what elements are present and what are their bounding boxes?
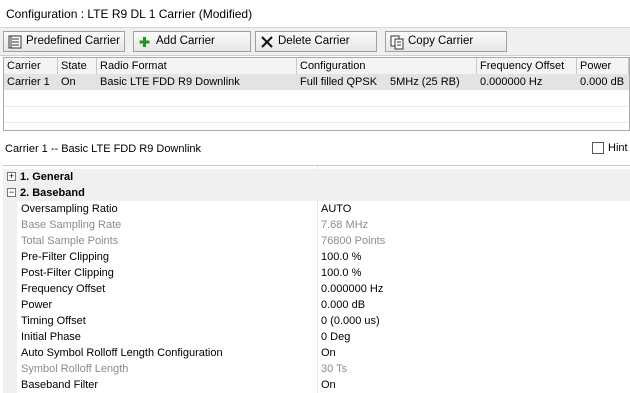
property-row[interactable]: Timing Offset 0 (0.000 us)	[3, 313, 630, 329]
copy-carrier-label: Copy Carrier	[408, 35, 474, 47]
property-row-margin	[3, 201, 17, 217]
property-row-margin	[3, 281, 17, 297]
property-value[interactable]: 0 (0.000 us)	[321, 313, 380, 329]
empty-row	[4, 106, 629, 123]
list-table-icon	[7, 34, 23, 50]
property-row[interactable]: Auto Symbol Rolloff Length Configuration…	[3, 345, 630, 361]
cell-frequency-offset: 0.000000 Hz	[480, 76, 543, 88]
cell-carrier: Carrier 1	[7, 76, 50, 88]
property-name: Power	[21, 299, 53, 311]
predefined-carrier-button[interactable]: Predefined Carrier	[3, 31, 125, 52]
cell-configuration-bandwidth: 5MHz (25 RB)	[390, 76, 460, 88]
property-value[interactable]: 0 Deg	[321, 329, 350, 345]
property-row-margin	[3, 329, 17, 345]
column-header-configuration[interactable]: Configuration	[297, 58, 477, 74]
property-row-margin	[3, 377, 17, 393]
property-name: Auto Symbol Rolloff Length Configuration	[21, 347, 223, 359]
expand-icon[interactable]: +	[7, 172, 16, 181]
cell-configuration-modulation: Full filled QPSK	[300, 76, 378, 88]
property-row[interactable]: Pre-Filter Clipping 100.0 %	[3, 249, 630, 265]
property-category[interactable]: −2. Baseband	[3, 185, 630, 201]
property-row[interactable]: Frequency Offset 0.000000 Hz	[3, 281, 630, 297]
copy-carrier-button[interactable]: Copy Carrier	[385, 31, 507, 52]
property-name: Baseband Filter	[21, 379, 99, 391]
property-row[interactable]: Initial Phase 0 Deg	[3, 329, 630, 345]
property-value[interactable]: 76800 Points	[321, 233, 385, 249]
property-value[interactable]: 30 Ts	[321, 361, 347, 377]
property-row[interactable]: Baseband Filter On	[3, 377, 630, 393]
property-row-margin	[3, 313, 17, 329]
cell-radio-format: Basic LTE FDD R9 Downlink	[100, 76, 240, 88]
property-name: Initial Phase	[21, 331, 81, 343]
property-value[interactable]: On	[321, 345, 336, 361]
property-name: Base Sampling Rate	[21, 219, 122, 231]
property-category-label: 1. General	[20, 171, 74, 183]
property-name: Post-Filter Clipping	[21, 267, 114, 279]
property-row[interactable]: Power 0.000 dB	[3, 297, 630, 313]
property-value[interactable]: 7.68 MHz	[321, 217, 368, 233]
property-row-margin	[3, 265, 17, 281]
black-x-icon	[259, 34, 275, 50]
property-name: Frequency Offset	[21, 283, 106, 295]
property-row-margin	[3, 345, 17, 361]
property-row[interactable]: Base Sampling Rate 7.68 MHz	[3, 217, 630, 233]
column-header-radio-format[interactable]: Radio Format	[97, 58, 297, 74]
property-row-margin	[3, 233, 17, 249]
add-carrier-button[interactable]: Add Carrier	[133, 31, 251, 52]
column-header-carrier[interactable]: Carrier	[4, 58, 58, 74]
property-row[interactable]: Symbol Rolloff Length 30 Ts	[3, 361, 630, 377]
property-value[interactable]: AUTO	[321, 201, 351, 217]
property-category-label: 2. Baseband	[20, 187, 85, 199]
property-row-margin	[3, 361, 17, 377]
delete-carrier-label: Delete Carrier	[278, 35, 350, 47]
table-row[interactable]: Carrier 1 On Basic LTE FDD R9 Downlink F…	[4, 74, 629, 90]
property-name: Total Sample Points	[21, 235, 119, 247]
property-value[interactable]: 0.000 dB	[321, 297, 365, 313]
property-row[interactable]: Post-Filter Clipping 100.0 %	[3, 265, 630, 281]
carrier-detail-title: Carrier 1 -- Basic LTE FDD R9 Downlink	[5, 143, 202, 155]
empty-row	[4, 90, 629, 107]
delete-carrier-button[interactable]: Delete Carrier	[255, 31, 377, 52]
column-header-state[interactable]: State	[58, 58, 97, 74]
hint-checkbox[interactable]	[592, 142, 604, 154]
green-plus-icon	[137, 34, 153, 50]
property-row-margin	[3, 297, 17, 313]
predefined-carrier-label: Predefined Carrier	[26, 35, 120, 47]
cell-state: On	[61, 76, 76, 88]
property-category[interactable]: +1. General	[3, 169, 630, 185]
cell-power: 0.000 dB	[580, 76, 625, 88]
property-value[interactable]: On	[321, 377, 336, 393]
property-name: Symbol Rolloff Length	[21, 363, 129, 375]
property-row-margin	[3, 249, 17, 265]
property-value[interactable]: 0.000000 Hz	[321, 281, 383, 297]
collapse-icon[interactable]: −	[7, 188, 16, 197]
property-row[interactable]: Oversampling Ratio AUTO	[3, 201, 630, 217]
copy-icon	[389, 34, 405, 50]
property-name: Oversampling Ratio	[21, 203, 118, 215]
carrier-table-header: Carrier State Radio Format Configuration…	[4, 58, 629, 75]
property-value[interactable]: 100.0 %	[321, 265, 361, 281]
property-row[interactable]: Total Sample Points 76800 Points	[3, 233, 630, 249]
property-value[interactable]: 100.0 %	[321, 249, 361, 265]
carrier-table: Carrier State Radio Format Configuration…	[3, 57, 630, 131]
property-row-margin	[3, 217, 17, 233]
window-title: Configuration : LTE R9 DL 1 Carrier (Mod…	[6, 7, 253, 21]
property-name: Pre-Filter Clipping	[21, 251, 110, 263]
property-grid: +1. General −2. Baseband Oversampling Rati…	[3, 165, 630, 393]
hint-label: Hint	[608, 142, 628, 154]
hint-toggle[interactable]: Hint	[592, 142, 628, 154]
column-header-frequency-offset[interactable]: Frequency Offset	[477, 58, 577, 74]
add-carrier-label: Add Carrier	[156, 35, 215, 47]
property-name: Timing Offset	[21, 315, 86, 327]
toolbar: Predefined Carrier Add Carrier Delete Ca…	[0, 28, 630, 56]
column-header-power[interactable]: Power	[577, 58, 629, 74]
window-title-bar: Configuration : LTE R9 DL 1 Carrier (Mod…	[0, 0, 630, 28]
